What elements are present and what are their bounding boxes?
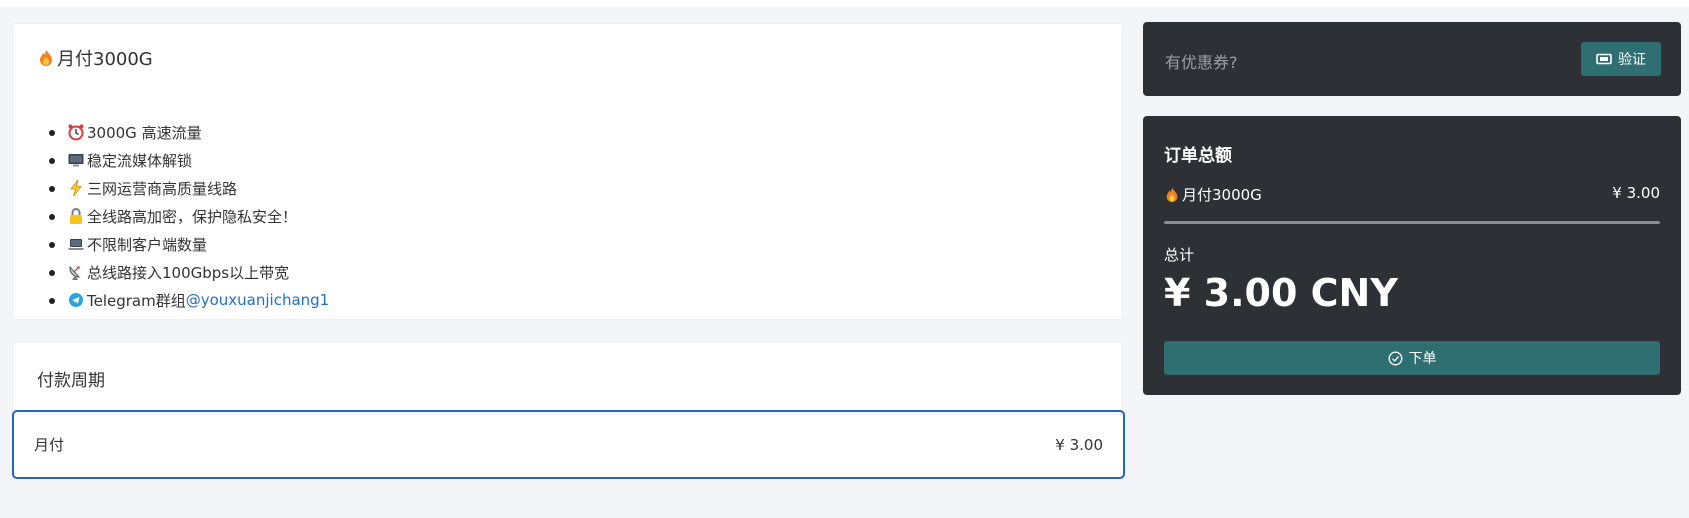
summary-divider [1164,221,1660,224]
coupon-panel: 有优惠券? 验证 [1143,22,1681,96]
list-item: 3000G 高速流量 [49,118,329,146]
alarm-clock-icon [68,124,84,141]
satellite-dish-icon [69,265,81,280]
billing-option-price: ¥ 3.00 [1055,435,1103,454]
telegram-group-link[interactable]: @youxuanjichang1 [186,291,330,309]
lightning-icon [70,179,82,197]
plan-card: 月付3000G 3000G 高速流量 稳定流媒体解锁 三网运营商高质量线路 全线… [12,23,1123,320]
telegram-icon [69,293,83,307]
billing-option-label: 月付 [34,436,65,454]
list-item: Telegram群组 @youxuanjichang1 [49,286,329,314]
order-line-item: 月付3000G ¥ 3.00 [1164,184,1660,205]
plan-title-text: 月付3000G [57,49,153,70]
place-order-button[interactable]: 下单 [1164,341,1660,375]
total-label: 总计 [1164,246,1195,264]
top-strip [0,0,1689,7]
order-item-label: 月付3000G [1182,186,1262,204]
feature-list: 3000G 高速流量 稳定流媒体解锁 三网运营商高质量线路 全线路高加密，保护隐… [49,118,329,314]
order-summary-panel: 订单总额 月付3000G ¥ 3.00 总计 ¥ 3.00 CNY 下单 [1143,116,1681,395]
order-item-price: ¥ 3.00 [1612,184,1660,202]
verify-button[interactable]: 验证 [1581,42,1661,76]
laptop-icon [68,239,84,250]
fire-icon [1166,187,1178,202]
total-amount: ¥ 3.00 CNY [1164,271,1398,315]
order-summary-title: 订单总额 [1164,146,1232,166]
plan-title: 月付3000G [37,45,153,71]
lock-icon [70,208,82,224]
ticket-icon [1596,53,1612,65]
list-item: 三网运营商高质量线路 [49,174,329,202]
place-order-label: 下单 [1408,351,1437,367]
verify-label: 验证 [1618,52,1646,68]
list-item: 稳定流媒体解锁 [49,146,329,174]
list-item: 总线路接入100Gbps以上带宽 [49,258,329,286]
billing-cycle-card: 付款周期 月付 ¥ 3.00 [12,341,1125,479]
monitor-icon [68,154,84,167]
coupon-input[interactable]: 有优惠券? [1165,49,1238,73]
billing-cycle-title: 付款周期 [37,371,105,391]
list-item: 不限制客户端数量 [49,230,329,258]
fire-icon [40,50,52,66]
list-item: 全线路高加密，保护隐私安全！ [49,202,329,230]
check-circle-icon [1388,351,1402,365]
billing-option-monthly[interactable]: 月付 ¥ 3.00 [12,410,1125,479]
